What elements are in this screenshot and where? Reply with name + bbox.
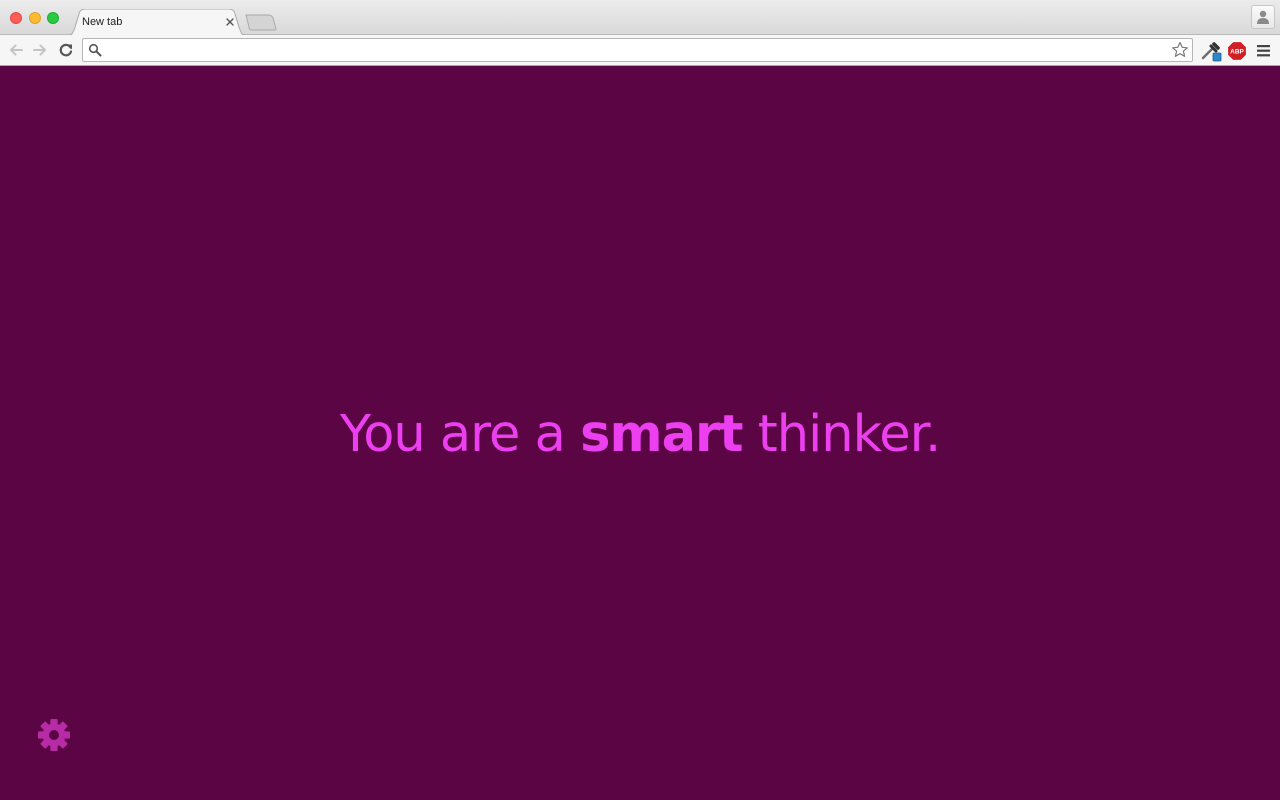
profile-button[interactable]	[1251, 5, 1275, 29]
message-prefix: You are a	[339, 405, 581, 464]
adblock-plus-button[interactable]: ABP	[1226, 40, 1248, 62]
window-close-button[interactable]	[10, 12, 22, 24]
title-bar: New tab	[0, 0, 1280, 36]
back-button[interactable]	[7, 41, 25, 59]
reload-button[interactable]	[57, 41, 75, 59]
abp-label: ABP	[1230, 48, 1244, 55]
settings-button[interactable]	[37, 718, 71, 752]
new-tab-page: You are a smart thinker.	[0, 66, 1280, 800]
message-emphasis: smart	[580, 405, 743, 464]
search-icon	[88, 43, 102, 57]
back-arrow-icon	[10, 44, 23, 56]
address-bar[interactable]	[82, 38, 1193, 62]
tab-new-tab[interactable]: New tab	[66, 9, 248, 36]
tab-close-icon[interactable]	[224, 15, 236, 27]
new-tab-button[interactable]	[245, 14, 277, 31]
gear-icon	[38, 719, 70, 751]
address-input[interactable]	[107, 41, 1167, 59]
window-maximize-button[interactable]	[47, 12, 59, 24]
affirmation-message: You are a smart thinker.	[0, 400, 1280, 470]
message-suffix: thinker.	[742, 405, 941, 464]
hamburger-menu-icon	[1257, 45, 1270, 57]
chrome-menu-button[interactable]	[1254, 41, 1276, 63]
bookmark-star-icon[interactable]	[1171, 41, 1189, 59]
browser-window: New tab ABP You are a smart thinker.	[0, 0, 1280, 800]
forward-arrow-icon	[33, 44, 46, 56]
window-minimize-button[interactable]	[29, 12, 41, 24]
toolbar: ABP	[0, 35, 1280, 66]
eyedropper-extension-button[interactable]	[1200, 40, 1222, 62]
eyedropper-icon	[1201, 42, 1222, 62]
tab-title: New tab	[82, 16, 123, 28]
forward-button[interactable]	[31, 41, 49, 59]
person-icon	[1257, 10, 1269, 24]
abp-icon: ABP	[1226, 40, 1248, 62]
reload-icon	[59, 43, 73, 57]
